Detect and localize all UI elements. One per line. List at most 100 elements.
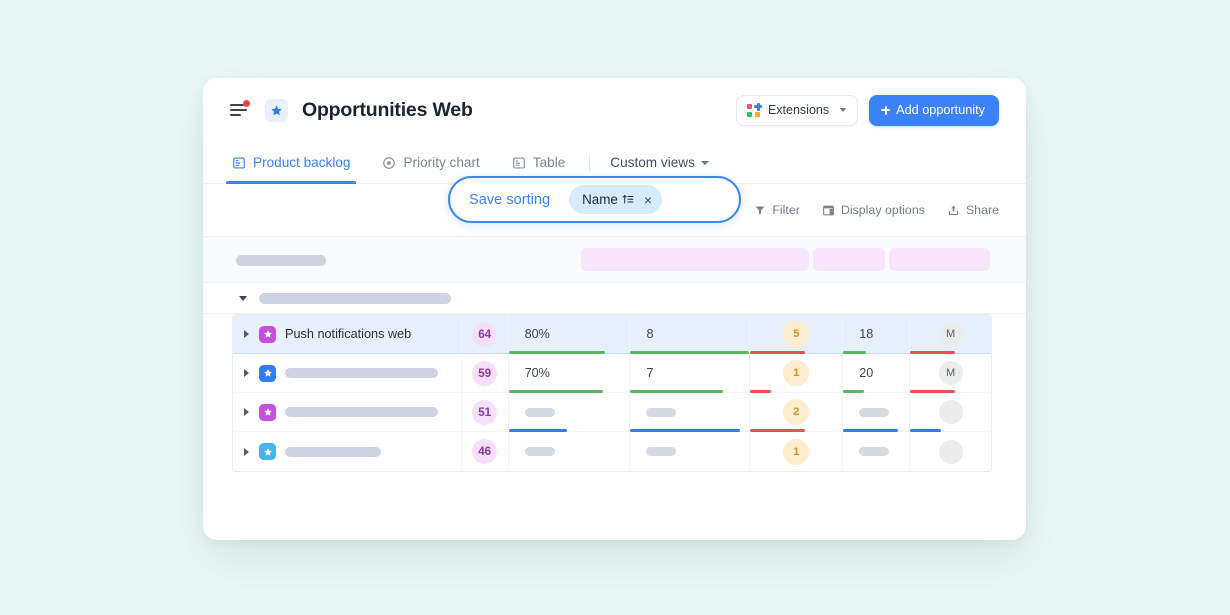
board-icon <box>233 156 245 169</box>
percent-value: 80% <box>524 327 550 341</box>
cell-percent[interactable]: 70% <box>508 354 631 393</box>
cell-badge[interactable]: 2 <box>750 393 844 432</box>
page-title: Opportunities Web <box>302 98 473 121</box>
cell-percent[interactable] <box>509 432 631 471</box>
cell-owner[interactable]: M <box>910 354 991 393</box>
sort-chip[interactable]: Name × <box>569 185 663 214</box>
cell-number[interactable] <box>843 393 911 432</box>
score-badge: 64 <box>472 321 498 347</box>
expand-row-icon[interactable] <box>244 447 249 456</box>
layout-icon <box>822 205 834 215</box>
score-badge: 59 <box>472 360 498 386</box>
cell-percent[interactable] <box>508 393 631 432</box>
share-button[interactable]: Share <box>947 203 999 217</box>
notification-dot <box>243 100 250 107</box>
custom-views-dropdown[interactable]: Custom views <box>610 155 709 170</box>
opportunity-icon <box>259 325 276 343</box>
opportunities-table: Push notifications web 64 80% 8 5 18 M 59 70% 7 1 2… <box>232 314 992 472</box>
funnel-icon <box>755 206 765 215</box>
cell-count[interactable] <box>630 432 751 471</box>
chevron-down-icon[interactable] <box>239 295 247 301</box>
table-row[interactable]: 59 70% 7 1 20 M <box>233 354 991 393</box>
percent-placeholder <box>524 407 555 417</box>
cell-owner[interactable] <box>910 393 991 432</box>
count-placeholder <box>646 407 677 417</box>
table-row[interactable]: Push notifications web 64 80% 8 5 18 M <box>233 315 991 354</box>
skeleton-block <box>813 248 885 271</box>
cell-name[interactable] <box>233 432 462 471</box>
extensions-button[interactable]: Extensions <box>735 94 859 126</box>
percent-placeholder <box>524 447 555 456</box>
display-options-button[interactable]: Display options <box>822 203 925 217</box>
row-title: Push notifications web <box>285 327 412 341</box>
sort-chip-label-wrap: Name <box>582 192 635 207</box>
name-placeholder <box>285 407 438 417</box>
tab-label: Product backlog <box>253 155 351 170</box>
cell-badge[interactable]: 1 <box>750 354 844 393</box>
cell-name[interactable]: Push notifications web <box>233 315 462 353</box>
score-badge: 51 <box>472 399 498 425</box>
share-icon <box>948 205 959 215</box>
star-icon[interactable] <box>265 98 288 122</box>
number-value: 18 <box>859 327 874 341</box>
expand-row-icon[interactable] <box>244 408 249 416</box>
expand-row-icon[interactable] <box>244 330 249 338</box>
add-opportunity-button[interactable]: Add opportunity <box>869 94 999 126</box>
cell-number[interactable]: 20 <box>843 354 911 393</box>
count-badge: 2 <box>783 399 810 425</box>
cell-number[interactable]: 18 <box>843 315 911 354</box>
plus-icon <box>881 105 891 115</box>
percent-value: 70% <box>524 366 550 380</box>
skeleton-pill <box>236 255 326 266</box>
avatar <box>938 439 963 464</box>
app-header: Opportunities Web Extensions Add opportu… <box>203 78 1026 142</box>
number-placeholder <box>859 447 890 456</box>
table-icon <box>512 156 525 169</box>
expand-row-icon[interactable] <box>244 369 249 377</box>
custom-views-label: Custom views <box>610 155 695 170</box>
cell-owner[interactable]: M <box>910 315 991 354</box>
cell-badge[interactable]: 1 <box>750 432 844 471</box>
cell-name[interactable] <box>233 354 462 392</box>
number-placeholder <box>859 407 890 417</box>
count-value: 8 <box>646 327 654 341</box>
table-row[interactable]: 46 1 <box>233 432 991 471</box>
save-sorting-button[interactable]: Save sorting <box>469 192 550 208</box>
skeleton-block <box>889 248 990 271</box>
target-icon <box>383 156 396 169</box>
tab-product-backlog[interactable]: Product backlog <box>225 142 357 184</box>
header-actions: Extensions Add opportunity <box>735 94 999 126</box>
share-label: Share <box>965 203 999 217</box>
tab-label: Table <box>532 155 566 170</box>
table-row[interactable]: 51 2 <box>233 393 991 432</box>
avatar: M <box>938 361 963 385</box>
remove-sort-icon[interactable]: × <box>644 193 652 207</box>
cell-name[interactable] <box>233 393 462 431</box>
cell-count[interactable]: 7 <box>630 354 751 393</box>
tab-label: Priority chart <box>403 155 480 170</box>
hamburger-menu-icon[interactable] <box>230 100 250 117</box>
cell-percent[interactable]: 80% <box>508 315 631 354</box>
name-placeholder <box>285 446 381 457</box>
cell-count[interactable]: 8 <box>630 315 751 354</box>
display-options-label: Display options <box>840 203 925 217</box>
filter-label: Filter <box>772 203 800 217</box>
group-name-placeholder <box>259 292 451 304</box>
cell-score: 64 <box>462 315 509 353</box>
opportunity-icon <box>259 364 276 382</box>
cell-number[interactable] <box>843 432 911 471</box>
chevron-down-icon <box>840 108 847 112</box>
group-header-row[interactable] <box>203 283 1026 314</box>
cell-owner[interactable] <box>910 432 991 471</box>
avatar: M <box>938 322 963 346</box>
tab-divider <box>589 154 591 171</box>
opportunity-icon <box>259 403 276 421</box>
cell-badge[interactable]: 5 <box>750 315 844 354</box>
app-window: Opportunities Web Extensions Add opportu… <box>203 78 1026 540</box>
count-value: 7 <box>646 366 654 380</box>
extensions-grid-icon <box>746 102 762 117</box>
filter-button[interactable]: Filter <box>754 203 800 217</box>
add-opportunity-label: Add opportunity <box>896 103 985 117</box>
cell-count[interactable] <box>630 393 751 432</box>
count-badge: 1 <box>783 360 810 386</box>
